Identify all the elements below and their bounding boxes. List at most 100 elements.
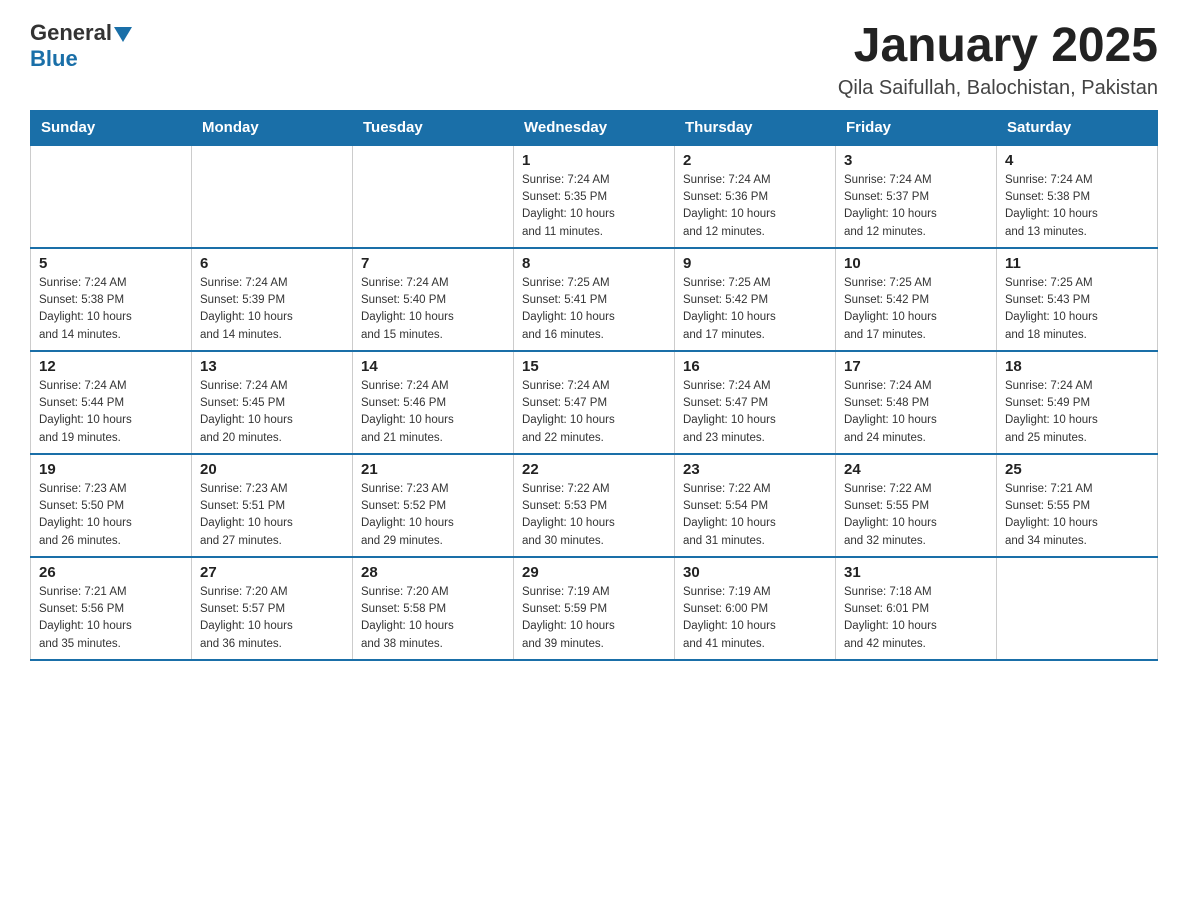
calendar-day-cell: 19Sunrise: 7:23 AMSunset: 5:50 PMDayligh… xyxy=(31,454,192,557)
day-info: Sunrise: 7:20 AMSunset: 5:58 PMDaylight:… xyxy=(361,584,505,653)
day-info: Sunrise: 7:25 AMSunset: 5:42 PMDaylight:… xyxy=(683,275,827,344)
calendar-day-cell: 20Sunrise: 7:23 AMSunset: 5:51 PMDayligh… xyxy=(192,454,353,557)
calendar-day-cell: 24Sunrise: 7:22 AMSunset: 5:55 PMDayligh… xyxy=(836,454,997,557)
calendar-day-cell: 3 Sunrise: 7:24 AMSunset: 5:37 PMDaylight… xyxy=(836,145,997,248)
calendar-day-cell: 28 Sunrise: 7:20 AMSunset: 5:58 PMDayligh… xyxy=(353,557,514,660)
day-number: 31 xyxy=(844,564,988,581)
calendar-day-cell xyxy=(353,145,514,248)
day-number: 9 xyxy=(683,255,827,272)
day-number: 28 xyxy=(361,564,505,581)
calendar-day-header: Monday xyxy=(192,110,353,145)
day-number: 16 xyxy=(683,358,827,375)
logo: General Blue xyxy=(30,20,132,72)
day-number: 7 xyxy=(361,255,505,272)
calendar-day-cell: 5Sunrise: 7:24 AMSunset: 5:38 PMDaylight… xyxy=(31,248,192,351)
title-block: January 2025 Qila Saifullah, Balochistan… xyxy=(838,20,1158,100)
calendar-day-cell: 27 Sunrise: 7:20 AMSunset: 5:57 PMDayligh… xyxy=(192,557,353,660)
day-info: Sunrise: 7:24 AMSunset: 5:40 PMDaylight:… xyxy=(361,275,505,344)
calendar-week-row: 1 Sunrise: 7:24 AMSunset: 5:35 PMDaylight… xyxy=(31,145,1158,248)
calendar-day-cell: 9 Sunrise: 7:25 AMSunset: 5:42 PMDaylight… xyxy=(675,248,836,351)
calendar-week-row: 5Sunrise: 7:24 AMSunset: 5:38 PMDaylight… xyxy=(31,248,1158,351)
day-number: 4 xyxy=(1005,152,1149,169)
calendar-day-cell xyxy=(192,145,353,248)
day-number: 15 xyxy=(522,358,666,375)
day-number: 27 xyxy=(200,564,344,581)
day-number: 12 xyxy=(39,358,183,375)
calendar-day-header: Sunday xyxy=(31,110,192,145)
day-info: Sunrise: 7:25 AMSunset: 5:43 PMDaylight:… xyxy=(1005,275,1149,344)
calendar-day-cell: 26Sunrise: 7:21 AMSunset: 5:56 PMDayligh… xyxy=(31,557,192,660)
day-number: 29 xyxy=(522,564,666,581)
day-info: Sunrise: 7:24 AMSunset: 5:47 PMDaylight:… xyxy=(522,378,666,447)
logo-general-text: General xyxy=(30,20,112,46)
calendar-day-cell: 12 Sunrise: 7:24 AMSunset: 5:44 PMDayligh… xyxy=(31,351,192,454)
day-number: 14 xyxy=(361,358,505,375)
calendar-day-cell: 1 Sunrise: 7:24 AMSunset: 5:35 PMDaylight… xyxy=(514,145,675,248)
day-number: 23 xyxy=(683,461,827,478)
calendar-table: SundayMondayTuesdayWednesdayThursdayFrid… xyxy=(30,110,1158,661)
day-info: Sunrise: 7:20 AMSunset: 5:57 PMDaylight:… xyxy=(200,584,344,653)
day-info: Sunrise: 7:21 AMSunset: 5:55 PMDaylight:… xyxy=(1005,481,1149,550)
day-number: 21 xyxy=(361,461,505,478)
calendar-day-header: Wednesday xyxy=(514,110,675,145)
day-info: Sunrise: 7:25 AMSunset: 5:42 PMDaylight:… xyxy=(844,275,988,344)
day-number: 13 xyxy=(200,358,344,375)
day-info: Sunrise: 7:24 AMSunset: 5:35 PMDaylight:… xyxy=(522,172,666,241)
calendar-day-cell: 29Sunrise: 7:19 AMSunset: 5:59 PMDayligh… xyxy=(514,557,675,660)
day-info: Sunrise: 7:25 AMSunset: 5:41 PMDaylight:… xyxy=(522,275,666,344)
day-info: Sunrise: 7:24 AMSunset: 5:39 PMDaylight:… xyxy=(200,275,344,344)
day-number: 1 xyxy=(522,152,666,169)
day-info: Sunrise: 7:23 AMSunset: 5:51 PMDaylight:… xyxy=(200,481,344,550)
day-info: Sunrise: 7:22 AMSunset: 5:55 PMDaylight:… xyxy=(844,481,988,550)
day-info: Sunrise: 7:24 AMSunset: 5:36 PMDaylight:… xyxy=(683,172,827,241)
page-title: January 2025 xyxy=(838,20,1158,73)
day-info: Sunrise: 7:24 AMSunset: 5:46 PMDaylight:… xyxy=(361,378,505,447)
calendar-day-cell: 2 Sunrise: 7:24 AMSunset: 5:36 PMDaylight… xyxy=(675,145,836,248)
day-info: Sunrise: 7:24 AMSunset: 5:44 PMDaylight:… xyxy=(39,378,183,447)
day-info: Sunrise: 7:24 AMSunset: 5:47 PMDaylight:… xyxy=(683,378,827,447)
calendar-day-cell: 21 Sunrise: 7:23 AMSunset: 5:52 PMDayligh… xyxy=(353,454,514,557)
calendar-day-cell: 22 Sunrise: 7:22 AMSunset: 5:53 PMDayligh… xyxy=(514,454,675,557)
day-number: 11 xyxy=(1005,255,1149,272)
calendar-day-cell: 25 Sunrise: 7:21 AMSunset: 5:55 PMDayligh… xyxy=(997,454,1158,557)
page-header: General Blue January 2025 Qila Saifullah… xyxy=(30,20,1158,100)
day-number: 19 xyxy=(39,461,183,478)
calendar-day-cell: 14 Sunrise: 7:24 AMSunset: 5:46 PMDayligh… xyxy=(353,351,514,454)
calendar-header-row: SundayMondayTuesdayWednesdayThursdayFrid… xyxy=(31,110,1158,145)
day-number: 8 xyxy=(522,255,666,272)
calendar-day-header: Tuesday xyxy=(353,110,514,145)
calendar-day-cell: 8 Sunrise: 7:25 AMSunset: 5:41 PMDaylight… xyxy=(514,248,675,351)
calendar-day-cell: 7 Sunrise: 7:24 AMSunset: 5:40 PMDaylight… xyxy=(353,248,514,351)
day-info: Sunrise: 7:24 AMSunset: 5:37 PMDaylight:… xyxy=(844,172,988,241)
day-info: Sunrise: 7:19 AMSunset: 6:00 PMDaylight:… xyxy=(683,584,827,653)
day-info: Sunrise: 7:22 AMSunset: 5:54 PMDaylight:… xyxy=(683,481,827,550)
day-number: 30 xyxy=(683,564,827,581)
logo-triangle-icon xyxy=(114,27,132,42)
day-number: 22 xyxy=(522,461,666,478)
page-subtitle: Qila Saifullah, Balochistan, Pakistan xyxy=(838,77,1158,100)
day-number: 17 xyxy=(844,358,988,375)
calendar-day-cell: 11 Sunrise: 7:25 AMSunset: 5:43 PMDayligh… xyxy=(997,248,1158,351)
day-number: 3 xyxy=(844,152,988,169)
calendar-week-row: 26Sunrise: 7:21 AMSunset: 5:56 PMDayligh… xyxy=(31,557,1158,660)
calendar-week-row: 19Sunrise: 7:23 AMSunset: 5:50 PMDayligh… xyxy=(31,454,1158,557)
calendar-day-header: Friday xyxy=(836,110,997,145)
day-number: 2 xyxy=(683,152,827,169)
day-number: 5 xyxy=(39,255,183,272)
day-number: 6 xyxy=(200,255,344,272)
day-number: 25 xyxy=(1005,461,1149,478)
calendar-day-cell: 23 Sunrise: 7:22 AMSunset: 5:54 PMDayligh… xyxy=(675,454,836,557)
day-info: Sunrise: 7:24 AMSunset: 5:48 PMDaylight:… xyxy=(844,378,988,447)
day-info: Sunrise: 7:23 AMSunset: 5:52 PMDaylight:… xyxy=(361,481,505,550)
calendar-day-cell: 30 Sunrise: 7:19 AMSunset: 6:00 PMDayligh… xyxy=(675,557,836,660)
calendar-day-cell: 18Sunrise: 7:24 AMSunset: 5:49 PMDayligh… xyxy=(997,351,1158,454)
day-info: Sunrise: 7:21 AMSunset: 5:56 PMDaylight:… xyxy=(39,584,183,653)
calendar-day-cell: 10Sunrise: 7:25 AMSunset: 5:42 PMDayligh… xyxy=(836,248,997,351)
calendar-day-header: Saturday xyxy=(997,110,1158,145)
day-info: Sunrise: 7:24 AMSunset: 5:49 PMDaylight:… xyxy=(1005,378,1149,447)
calendar-day-cell: 6 Sunrise: 7:24 AMSunset: 5:39 PMDaylight… xyxy=(192,248,353,351)
logo-blue-text: Blue xyxy=(30,46,78,71)
day-info: Sunrise: 7:22 AMSunset: 5:53 PMDaylight:… xyxy=(522,481,666,550)
calendar-day-cell: 16 Sunrise: 7:24 AMSunset: 5:47 PMDayligh… xyxy=(675,351,836,454)
day-info: Sunrise: 7:24 AMSunset: 5:38 PMDaylight:… xyxy=(1005,172,1149,241)
